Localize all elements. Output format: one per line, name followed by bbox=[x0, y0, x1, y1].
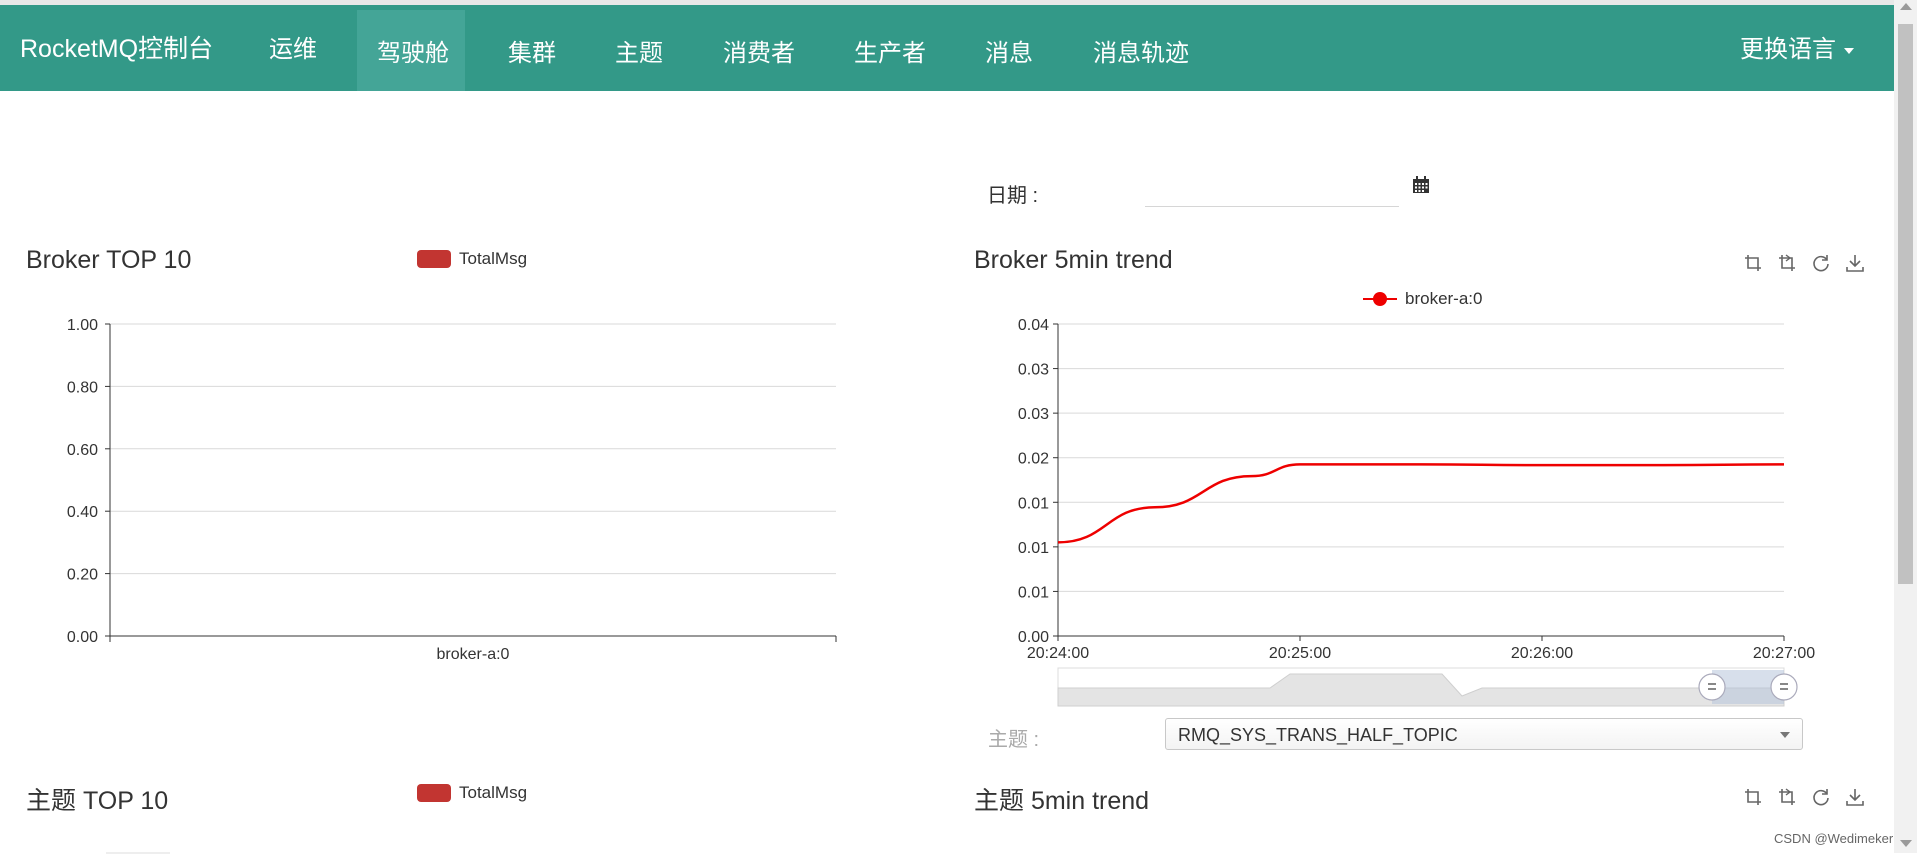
zoom-icon[interactable] bbox=[1743, 787, 1763, 807]
y-tick-label: 0.60 bbox=[67, 442, 98, 459]
select-arrow-icon bbox=[1780, 732, 1790, 738]
y-tick-label: 0.02 bbox=[1018, 451, 1049, 468]
x-tick-label: 20:24:00 bbox=[1027, 645, 1089, 662]
broker-trend-title: Broker 5min trend bbox=[974, 246, 1173, 274]
y-tick-label: 0.01 bbox=[1018, 540, 1049, 557]
date-input[interactable] bbox=[1145, 174, 1399, 207]
y-tick-label: 1.00 bbox=[67, 317, 98, 334]
datazoom-handle bbox=[1698, 673, 1726, 701]
topic-trend-title: 主题 5min trend bbox=[974, 787, 1150, 815]
topic-select-value: RMQ_SYS_TRANS_HALF_TOPIC bbox=[1178, 725, 1458, 745]
zoom-icon[interactable] bbox=[1743, 253, 1763, 273]
zoom-reset-icon[interactable] bbox=[1777, 787, 1797, 807]
zoom-reset-icon[interactable] bbox=[1777, 253, 1797, 273]
y-tick-label: 0.03 bbox=[1018, 362, 1049, 379]
topic-select[interactable]: RMQ_SYS_TRANS_HALF_TOPIC bbox=[1165, 718, 1803, 750]
language-dropdown[interactable]: 更换语言 bbox=[1740, 29, 1854, 64]
y-tick-label: 0.03 bbox=[1018, 406, 1049, 423]
restore-icon[interactable] bbox=[1811, 253, 1831, 273]
topic-top10-legend[interactable]: TotalMsg bbox=[417, 783, 527, 803]
broker-trend-chart: 0.00 0.01 0.01 0.01 0.02 0.03 0.03 0.04 20:24:00… bbox=[1018, 317, 1815, 707]
topic-top10-title: 主题 TOP 10 bbox=[26, 787, 169, 815]
x-tick-label: 20:26:00 bbox=[1511, 645, 1573, 662]
y-tick-label: 0.01 bbox=[1018, 584, 1049, 601]
y-tick-label: 0.20 bbox=[67, 567, 98, 584]
broker-top10-title: Broker TOP 10 bbox=[26, 246, 192, 274]
date-label: 日期 : bbox=[987, 185, 1039, 207]
legend-label: TotalMsg bbox=[459, 783, 528, 802]
nav-topic[interactable]: 主题 bbox=[615, 33, 663, 68]
legend-label: TotalMsg bbox=[459, 249, 528, 268]
save-image-icon[interactable] bbox=[1845, 253, 1865, 273]
y-tick-label: 0.00 bbox=[67, 629, 98, 646]
datazoom-handle bbox=[1770, 673, 1798, 701]
legend-swatch bbox=[417, 250, 451, 268]
y-tick-label: 0.80 bbox=[67, 379, 98, 396]
nav-message-trace[interactable]: 消息轨迹 bbox=[1093, 33, 1189, 68]
top-navbar: RocketMQ控制台 运维 驾驶舱 集群 主题 消费者 生产者 消息 消息轨迹… bbox=[0, 5, 1894, 91]
x-tick-label: broker-a:0 bbox=[437, 646, 510, 660]
series-line bbox=[1057, 463, 1785, 544]
watermark: CSDN @Wedimeker bbox=[1774, 831, 1894, 846]
page-scrollbar[interactable] bbox=[1894, 0, 1917, 853]
legend-swatch bbox=[417, 784, 451, 802]
nav-cluster[interactable]: 集群 bbox=[508, 33, 556, 68]
nav-producer[interactable]: 生产者 bbox=[854, 33, 926, 68]
y-tick-label: 0.00 bbox=[1018, 629, 1049, 646]
nav-message[interactable]: 消息 bbox=[985, 33, 1033, 68]
brand-logo[interactable]: RocketMQ控制台 bbox=[20, 29, 213, 65]
restore-icon[interactable] bbox=[1811, 787, 1831, 807]
caret-down-icon bbox=[1844, 47, 1854, 54]
broker-trend-toolbox bbox=[1743, 253, 1865, 273]
y-tick-label: 0.40 bbox=[67, 504, 98, 521]
datazoom-data-shadow bbox=[1057, 673, 1785, 707]
nav-ops[interactable]: 运维 bbox=[269, 29, 317, 64]
nav-consumer[interactable]: 消费者 bbox=[723, 33, 795, 68]
nav-dashboard[interactable]: 驾驶舱 bbox=[377, 33, 449, 68]
topic-label: 主题 : bbox=[988, 729, 1040, 751]
scroll-thumb[interactable] bbox=[1898, 24, 1913, 584]
topic-trend-toolbox bbox=[1743, 787, 1865, 807]
broker-top10-chart: 0.00 0.20 0.40 0.60 0.80 1.00 broker-a:0 bbox=[67, 317, 837, 660]
topic-top10-chart-partial bbox=[106, 852, 170, 854]
y-tick-label: 0.04 bbox=[1018, 317, 1049, 334]
broker-top10-legend[interactable]: TotalMsg bbox=[417, 249, 527, 269]
scroll-down-arrow-icon[interactable] bbox=[1900, 840, 1912, 847]
x-tick-label: 20:25:00 bbox=[1269, 645, 1331, 662]
y-tick-label: 0.01 bbox=[1018, 495, 1049, 512]
language-label: 更换语言 bbox=[1740, 36, 1836, 63]
calendar-icon[interactable] bbox=[1412, 176, 1430, 194]
scroll-up-arrow-icon[interactable] bbox=[1900, 3, 1912, 10]
save-image-icon[interactable] bbox=[1845, 787, 1865, 807]
x-tick-label: 20:27:00 bbox=[1753, 645, 1815, 662]
